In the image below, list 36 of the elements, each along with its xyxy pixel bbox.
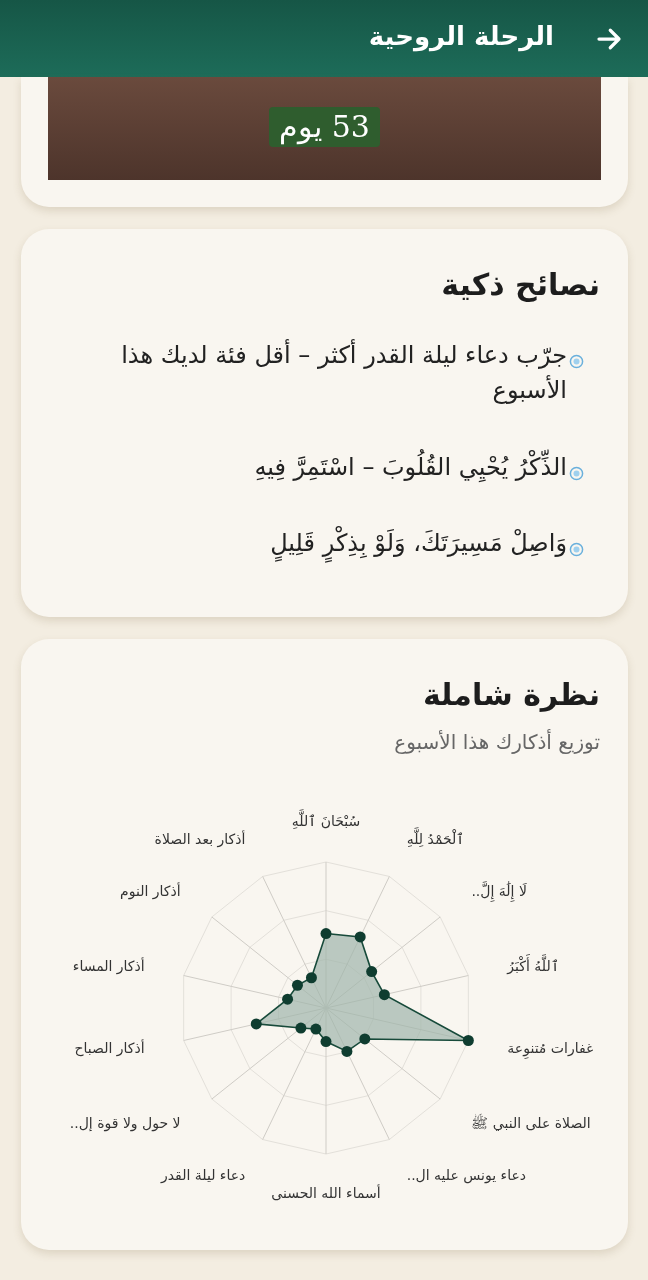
tip-text: الذِّكْرُ يُحْيِي القُلُوبَ – اسْتَمِرَّ فِيهِ [254,449,567,485]
data-point [310,1023,322,1035]
data-point [378,989,390,1001]
data-point [250,1018,262,1030]
page-title: الرحلة الروحية [368,20,554,51]
axis-label: غفارات مُتنوِعة [507,1040,594,1057]
axis-label: الصلاة على النبي ﷺ [471,1115,591,1132]
data-point [320,928,332,940]
axis-label: أذكار المساء [72,957,145,974]
data-point [282,993,294,1005]
tip-text: وَاصِلْ مَسِيرَتَكَ، وَلَوْ بِذِكْرٍ قَلِيلٍ [270,526,567,562]
data-point [366,966,378,978]
data-point [462,1035,474,1047]
card-subtitle: توزيع أذكارك هذا الأسبوع [393,730,600,755]
axis-label: أذكار بعد الصلاة [154,831,246,848]
axis-label: دعاء يونس عليه ال.. [406,1166,527,1183]
data-point [320,1036,332,1048]
axis-label: أذكار الصباح [74,1040,145,1057]
bullet-icon [569,542,584,558]
data-point [291,979,303,991]
card-title: نظرة شاملة [421,677,600,713]
axis-label: أسماء الله الحسنى [271,1185,381,1202]
data-point [341,1046,353,1058]
tip-text: جرّب دعاء ليلة القدر أكثر – أقل فئة لديك هذا الأسبوع [120,338,567,406]
streak-count: 53 يوم [269,107,380,147]
data-point [354,931,366,943]
data-point [359,1033,371,1045]
axis-label: لَا إِلَٰهَ إِلَّ.. [471,883,527,900]
axis-label: أذكار النوم [120,883,181,900]
bullet-icon [569,354,584,369]
data-point [305,972,317,984]
axis-label: لا حول ولا قوة إل.. [69,1115,181,1132]
data-point [295,1022,307,1034]
axis-label: دعاء ليلة القدر [160,1166,246,1183]
bullet-icon [569,465,584,481]
card-title: نصائح ذكية [440,267,600,302]
